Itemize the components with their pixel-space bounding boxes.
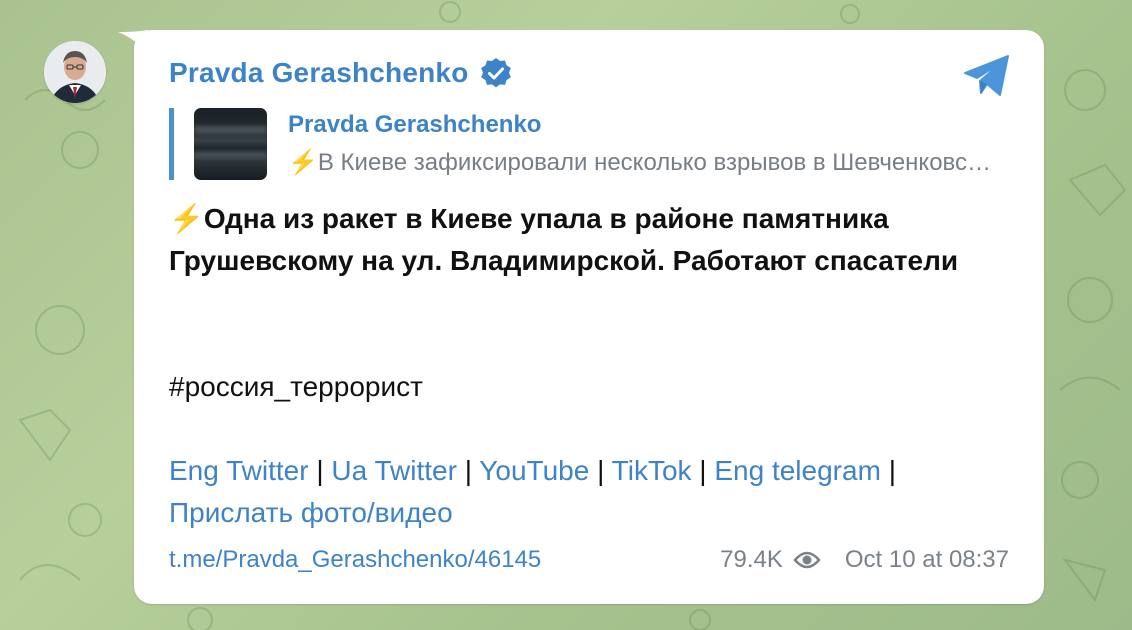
avatar-portrait bbox=[44, 41, 106, 103]
link-separator: | bbox=[597, 455, 605, 486]
link-youtube[interactable]: YouTube bbox=[479, 455, 589, 486]
eye-icon bbox=[793, 551, 821, 569]
links-block: Eng Twitter | Ua Twitter | YouTube | Tik… bbox=[169, 450, 1029, 534]
link-eng-twitter[interactable]: Eng Twitter bbox=[169, 455, 309, 486]
link-separator: | bbox=[316, 455, 324, 486]
message-date: Oct 10 at 08:37 bbox=[844, 546, 1009, 573]
link-separator: | bbox=[888, 455, 896, 486]
message-body: ⚡️Одна из ракет в Киеве упала в районе п… bbox=[169, 203, 959, 276]
verified-icon bbox=[480, 58, 511, 88]
message-footer: t.me/Pravda_Gerashchenko/46145 79.4K Oct… bbox=[169, 542, 1009, 578]
message-bubble: Pravda Gerashchenko Pravda Gerashchenko … bbox=[134, 30, 1044, 604]
message-meta: 79.4K Oct 10 at 08:37 bbox=[720, 546, 1009, 574]
link-separator: | bbox=[699, 455, 707, 486]
reply-preview[interactable]: Pravda Gerashchenko ⚡️В Киеве зафиксиров… bbox=[169, 108, 999, 180]
view-count: 79.4K bbox=[720, 546, 783, 573]
channel-avatar[interactable] bbox=[44, 41, 106, 103]
channel-header: Pravda Gerashchenko bbox=[169, 56, 513, 90]
post-link[interactable]: t.me/Pravda_Gerashchenko/46145 bbox=[169, 546, 541, 574]
link-eng-telegram[interactable]: Eng telegram bbox=[714, 455, 881, 486]
share-telegram-icon[interactable] bbox=[962, 53, 1012, 99]
channel-name[interactable]: Pravda Gerashchenko bbox=[169, 57, 469, 89]
link-send-photo-video[interactable]: Прислать фото/видео bbox=[169, 497, 453, 528]
reply-preview-text: ⚡️В Киеве зафиксировали несколько взрыво… bbox=[288, 149, 998, 176]
link-separator: | bbox=[464, 455, 472, 486]
link-ua-twitter[interactable]: Ua Twitter bbox=[331, 455, 457, 486]
reply-thumbnail bbox=[194, 108, 267, 180]
link-tiktok[interactable]: TikTok bbox=[612, 455, 692, 486]
reply-title: Pravda Gerashchenko bbox=[288, 111, 542, 138]
hashtag-link[interactable]: #россия_террорист bbox=[169, 366, 423, 408]
